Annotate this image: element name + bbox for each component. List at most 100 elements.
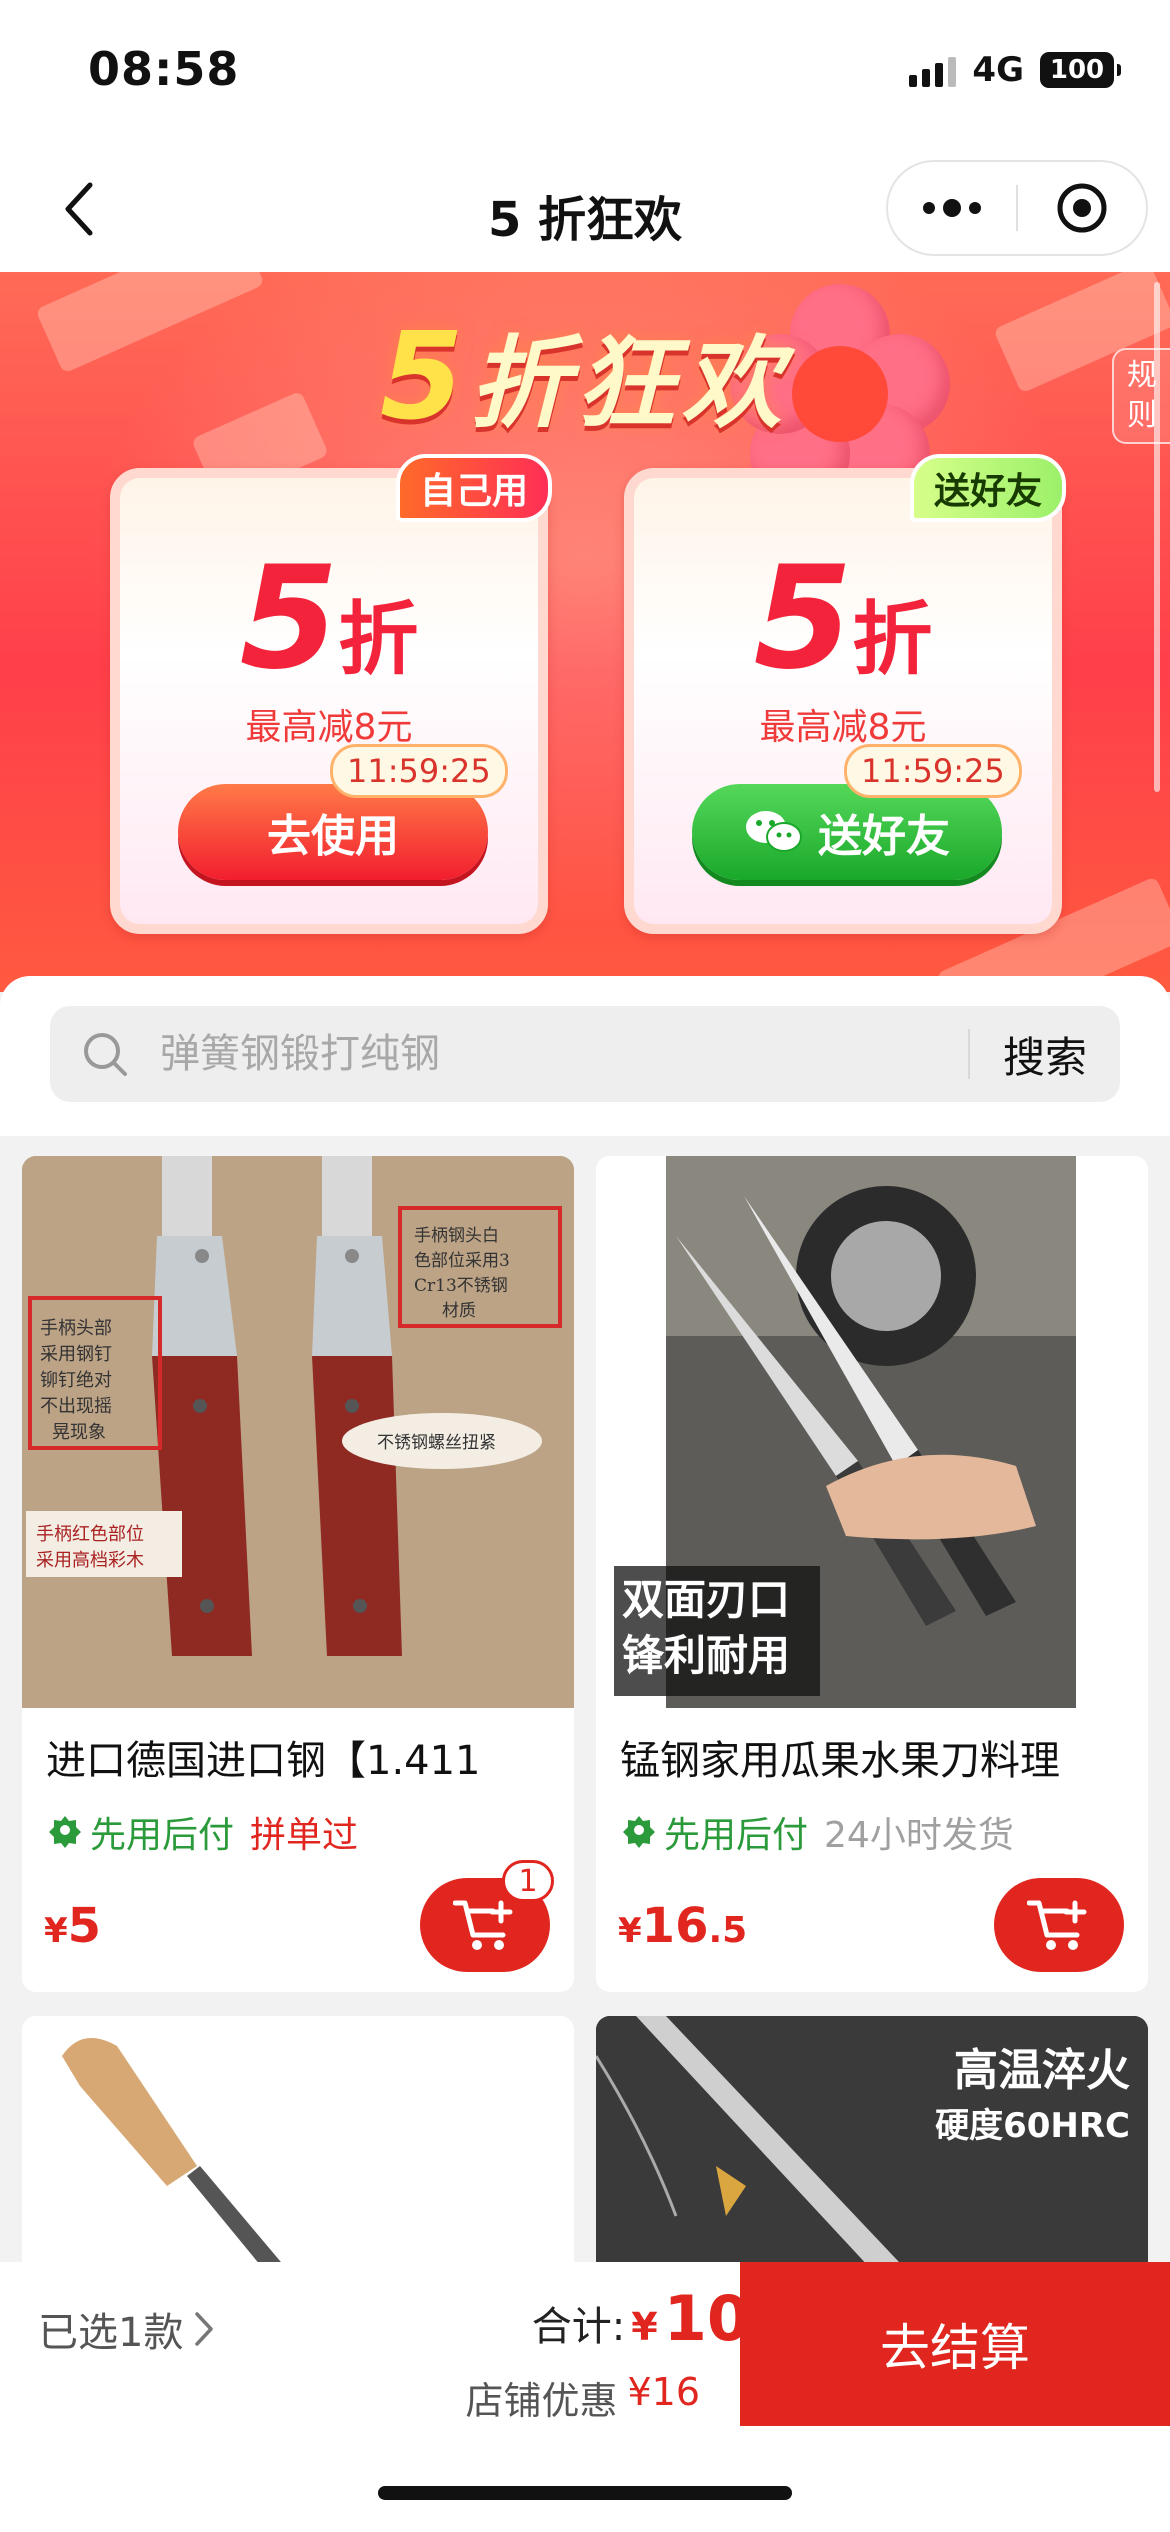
image-caption-line: 锋利耐用 <box>622 1631 791 1680</box>
banner-title-text: 折狂欢 <box>469 325 788 442</box>
search-icon <box>50 1030 160 1078</box>
more-dots-icon <box>923 199 981 217</box>
wechat-icon <box>746 811 802 852</box>
image-caption-line: 高温淬火 <box>954 2045 1130 2096</box>
coupon-tag-self: 自己用 <box>395 454 552 522</box>
scroll-indicator <box>1154 282 1160 792</box>
search-input[interactable] <box>160 1031 968 1077</box>
product-card[interactable]: 高温淬火 硬度60HRC <box>596 2016 1148 2266</box>
image-caption-line: 硬度60HRC <box>935 2106 1130 2146</box>
discount-number: 5 <box>753 536 853 701</box>
product-tag: 拼单过 <box>250 1815 359 1856</box>
pay-later-icon <box>49 1816 81 1848</box>
discount-number: 5 <box>239 536 339 701</box>
coupon-card-self: 自己用 5折 最高减8元 去使用 11:59:25 <box>110 454 552 934</box>
mini-program-capsule <box>886 160 1148 256</box>
countdown-timer: 11:59:25 <box>330 744 508 798</box>
countdown-timer: 11:59:25 <box>844 744 1022 798</box>
product-image[interactable] <box>22 2016 574 2266</box>
discount-unit: 折 <box>338 593 419 686</box>
image-caption: 高温淬火 硬度60HRC <box>935 2034 1130 2147</box>
product-image[interactable]: 手柄头部 采用钢钉 铆钉绝对 不出现摇 晃现象 手柄钢头白 色部位采用3 Cr1… <box>22 1156 574 1708</box>
use-coupon-button[interactable]: 去使用 <box>178 784 488 880</box>
more-button[interactable] <box>888 160 1016 256</box>
pay-later-label: 先用后付 <box>90 1815 235 1856</box>
image-caption-line: 双面刃口 <box>622 1575 791 1624</box>
shop-discount: 店铺优惠 ¥16 <box>465 2370 700 2425</box>
signal-icon <box>909 53 957 87</box>
product-name: 锰钢家用瓜果水果刀料理 <box>620 1738 1060 1784</box>
svg-text:手柄钢头白: 手柄钢头白 <box>414 1226 499 1246</box>
image-caption: 双面刃口 锋利耐用 <box>622 1572 790 1684</box>
product-tags: 先用后付 24小时发货 <box>620 1806 1014 1858</box>
price-currency: ¥ <box>44 1911 68 1951</box>
product-tag: 24小时发货 <box>824 1815 1014 1856</box>
search-box: 搜索 <box>50 1006 1120 1102</box>
svg-text:Cr13不锈钢: Cr13不锈钢 <box>414 1276 508 1296</box>
svg-text:晃现象: 晃现象 <box>52 1422 106 1443</box>
banner-title-number: 5 <box>380 308 470 447</box>
product-card[interactable] <box>22 2016 574 2266</box>
search-button[interactable]: 搜索 <box>970 1024 1120 1085</box>
product-tags: 先用后付 拼单过 <box>46 1806 358 1858</box>
pay-later-icon <box>623 1816 655 1848</box>
status-indicators: 4G 100 <box>909 50 1121 90</box>
coupon-discount: 5折 <box>120 548 538 691</box>
discount-unit: 折 <box>852 593 933 686</box>
cart-add-icon <box>1027 1900 1087 1950</box>
send-friend-button[interactable]: 送好友 <box>692 784 1002 880</box>
pay-later-badge: 先用后付 <box>46 1806 234 1858</box>
svg-text:手柄头部: 手柄头部 <box>40 1318 112 1339</box>
checkout-button[interactable]: 去结算 <box>740 2262 1170 2426</box>
product-image[interactable]: 高温淬火 硬度60HRC <box>596 2016 1148 2266</box>
rules-button[interactable]: 规则 <box>1112 348 1170 444</box>
total-amount: 合计: ¥ 10 <box>532 2282 750 2355</box>
coupon-tag-friend: 送好友 <box>909 454 1066 522</box>
home-indicator[interactable] <box>378 2486 792 2500</box>
coupon-card-friend: 送好友 5折 最高减8元 送好友 11:59:25 <box>624 454 1066 934</box>
price-currency: ¥ <box>618 1911 642 1951</box>
battery-icon: 100 <box>1040 52 1121 88</box>
network-label: 4G <box>972 50 1024 90</box>
add-to-cart-button[interactable]: 1 <box>420 1860 554 1972</box>
status-bar: 08:58 4G 100 <box>0 0 1170 150</box>
coupon-description: 最高减8元 <box>245 707 413 748</box>
product-price: ¥16.5 <box>618 1898 747 1954</box>
knife-photo: 手柄头部 采用钢钉 铆钉绝对 不出现摇 晃现象 手柄钢头白 色部位采用3 Cr1… <box>22 1156 574 1708</box>
product-card[interactable]: 双面刃口 锋利耐用 锰钢家用瓜果水果刀料理 先用后付 24小时发货 ¥16.5 <box>596 1156 1148 1992</box>
promo-banner: 5折狂欢 规则 自己用 5折 最高减8元 去使用 11:59:25 送好友 5折… <box>0 272 1170 992</box>
total-value: 10 <box>663 2282 750 2355</box>
pay-later-badge: 先用后付 <box>620 1806 808 1858</box>
price-integer: 5 <box>67 1898 102 1954</box>
svg-text:采用高档彩木: 采用高档彩木 <box>36 1550 144 1571</box>
checkout-bar: 已选1款 合计: ¥ 10 店铺优惠 ¥16 去结算 <box>0 2262 1170 2532</box>
product-price: ¥5 <box>44 1898 101 1954</box>
price-decimal: .5 <box>708 1910 748 1951</box>
wooden-handle-photo <box>22 2016 574 2266</box>
use-coupon-label: 去使用 <box>267 811 399 862</box>
price-integer: 16 <box>641 1898 709 1954</box>
product-card[interactable]: 手柄头部 采用钢钉 铆钉绝对 不出现摇 晃现象 手柄钢头白 色部位采用3 Cr1… <box>22 1156 574 1992</box>
selected-items-button[interactable]: 已选1款 <box>38 2300 215 2358</box>
pay-later-label: 先用后付 <box>664 1815 809 1856</box>
svg-text:色部位采用3: 色部位采用3 <box>414 1251 510 1271</box>
cart-add-icon <box>453 1900 513 1950</box>
svg-text:铆钉绝对: 铆钉绝对 <box>40 1370 112 1391</box>
send-friend-label: 送好友 <box>818 811 950 862</box>
product-grid: 手柄头部 采用钢钉 铆钉绝对 不出现摇 晃现象 手柄钢头白 色部位采用3 Cr1… <box>0 1136 1170 2266</box>
chevron-right-icon <box>195 2312 214 2346</box>
coupon-discount: 5折 <box>634 548 1052 691</box>
cart-badge: 1 <box>502 1860 554 1902</box>
discount-label: 店铺优惠 <box>465 2379 618 2423</box>
add-to-cart-button[interactable] <box>994 1878 1124 1972</box>
svg-text:材质: 材质 <box>442 1301 476 1321</box>
banner-title: 5折狂欢 <box>380 302 788 447</box>
search-section: 搜索 <box>0 976 1170 1136</box>
product-image[interactable]: 双面刃口 锋利耐用 <box>596 1156 1148 1708</box>
svg-text:手柄红色部位: 手柄红色部位 <box>36 1524 144 1545</box>
discount-value: ¥16 <box>627 2370 700 2414</box>
svg-text:采用钢钉: 采用钢钉 <box>40 1344 112 1365</box>
close-mini-program-button[interactable] <box>1018 160 1146 256</box>
target-close-icon <box>1057 183 1107 233</box>
selected-label: 已选1款 <box>38 2310 184 2356</box>
